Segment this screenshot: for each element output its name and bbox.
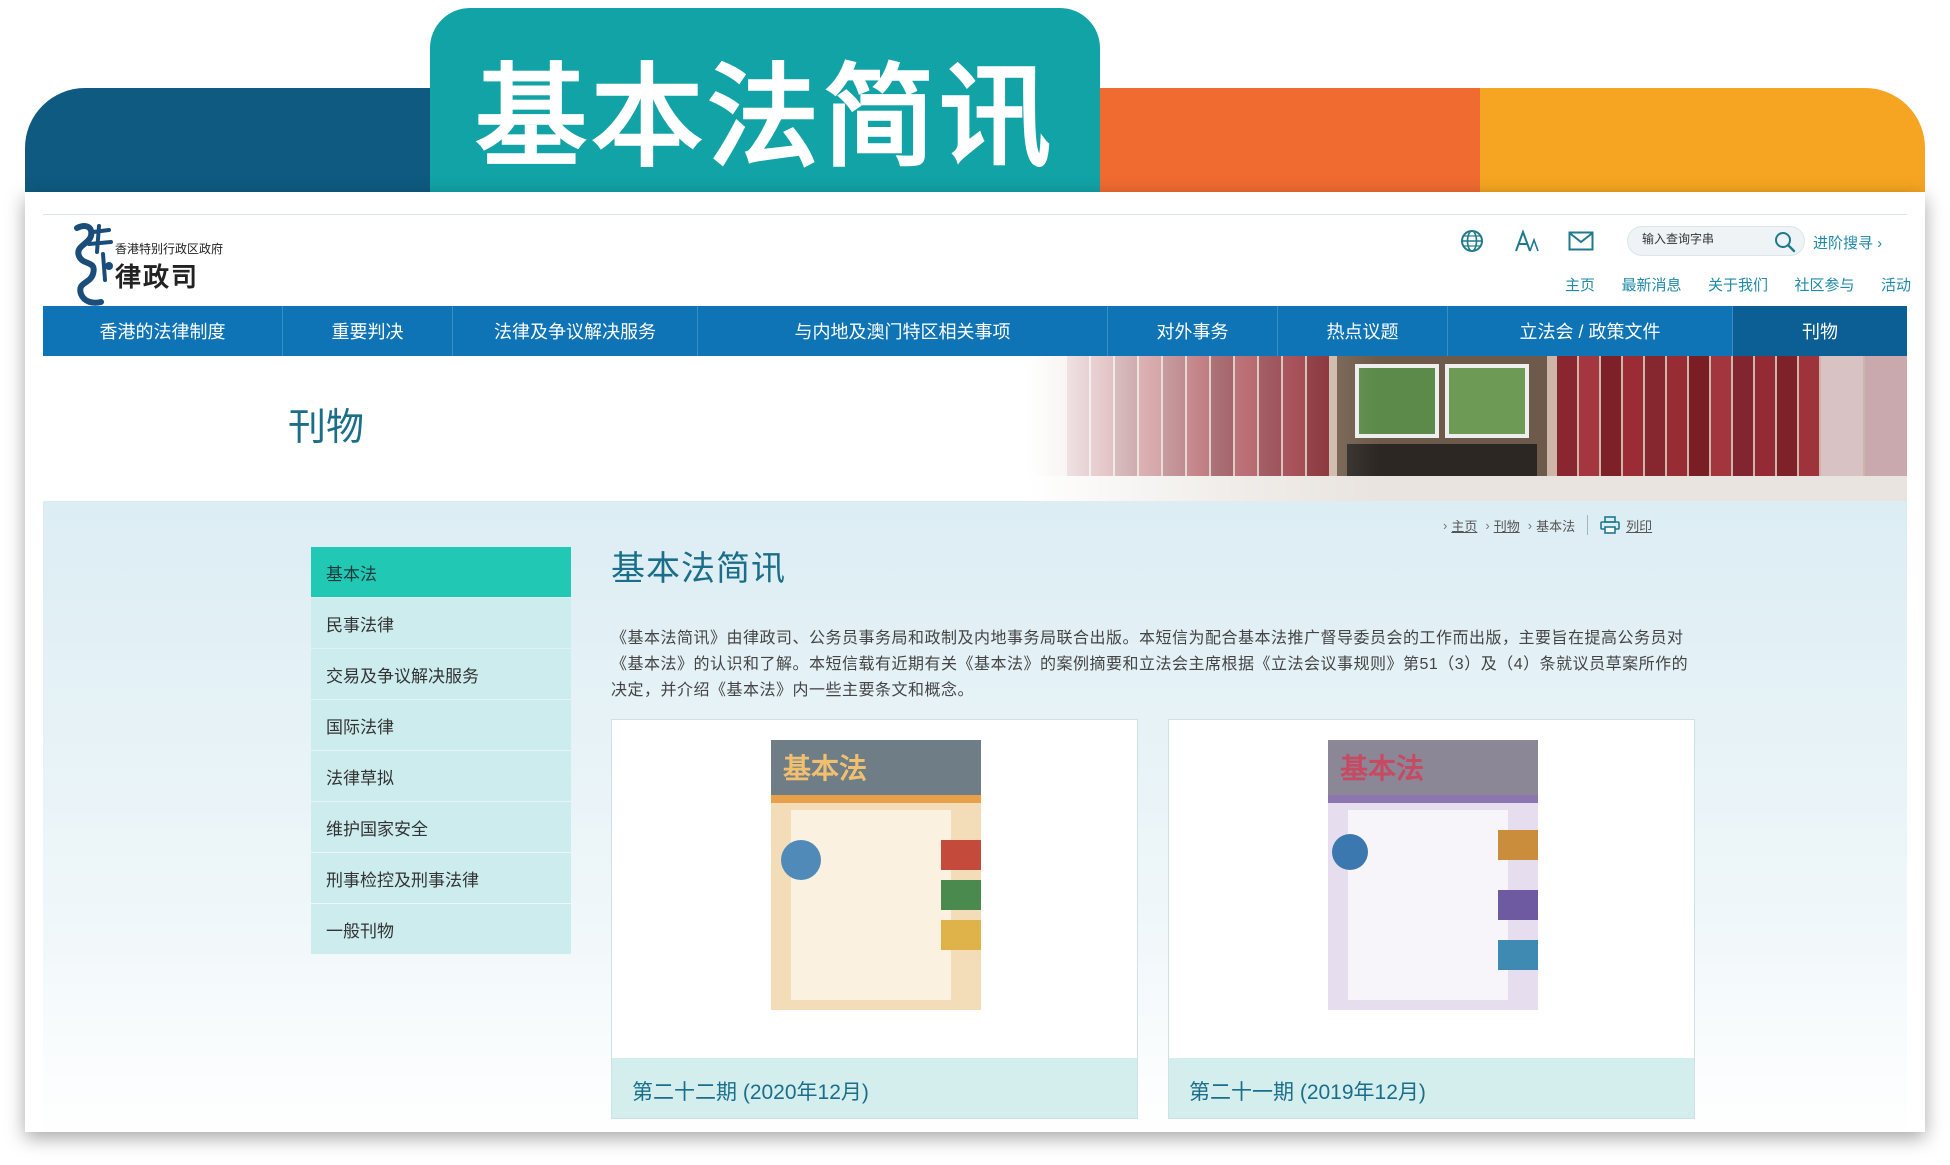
toplink-home[interactable]: 主页 [1565, 274, 1595, 295]
breadcrumb-home[interactable]: 主页 [1451, 516, 1477, 535]
issue-cover-image[interactable]: 基本法 [1328, 740, 1538, 1036]
banner-band-yellow [1480, 88, 1925, 208]
banner-title: 基本法简讯 [475, 53, 1055, 183]
issue-card[interactable]: 基本法 第二十二期 (2020年12月) [611, 719, 1138, 1119]
bookshelf-image [1027, 356, 1907, 501]
nav-item-legal-system[interactable]: 香港的法律制度 [43, 306, 283, 356]
issue-card-footer: 第二十一期 (2019年12月) [1169, 1058, 1694, 1118]
font-size-icon[interactable] [1511, 226, 1541, 256]
intro-text: 《基本法简讯》由律政司、公务员事务局和政制及内地事务局联合出版。本短信为配合基本… [611, 630, 1689, 699]
search-box [1627, 226, 1805, 256]
top-links: 主页 最新消息 关于我们 社区参与 活动 [1565, 274, 1911, 295]
banner-title-tab: 基本法简讯 [430, 8, 1100, 208]
browser-window: 香港特别行政区政府 律政司 进阶搜寻 › 主页 最新消息 关于我们 社区参与 活… [25, 192, 1925, 1132]
breadcrumb-separator: › [1527, 517, 1533, 533]
toplink-community[interactable]: 社区参与 [1794, 274, 1854, 295]
issue-label[interactable]: 第二十一期 (2019年12月) [1189, 1076, 1426, 1106]
breadcrumb-publications[interactable]: 刊物 [1494, 516, 1520, 535]
main-column: 基本法简讯 《基本法简讯》由律政司、公务员事务局和政制及内地事务局联合出版。本短… [611, 541, 1695, 704]
promo-stage: 基本法简讯 香港特别行政区政府 律政司 进阶搜寻 › 主页 最新消息 [0, 0, 1950, 1165]
sidebar-item-prosecutions[interactable]: 刑事检控及刑事法律 [311, 853, 571, 903]
breadcrumb: › 主页 › 刊物 › 基本法 列印 [1435, 515, 1652, 535]
nav-item-judgments[interactable]: 重要判决 [283, 306, 453, 356]
cover-title: 基本法 [783, 752, 867, 785]
issue-cards: 基本法 第二十二期 (2020年12月) 基本法 第二十一期 (2019年12月… [611, 719, 1695, 1119]
sidebar-item-basic-law[interactable]: 基本法 [311, 547, 571, 597]
sidebar-item-dispute-resolution[interactable]: 交易及争议解决服务 [311, 649, 571, 699]
main-heading: 基本法简讯 [611, 550, 786, 588]
issue-cover-image[interactable]: 基本法 [771, 740, 981, 1036]
nav-item-legal-services[interactable]: 法律及争议解决服务 [453, 306, 698, 356]
main-nav: 香港的法律制度 重要判决 法律及争议解决服务 与内地及澳门特区相关事项 对外事务… [43, 306, 1907, 356]
nav-item-mainland-macao[interactable]: 与内地及澳门特区相关事项 [698, 306, 1108, 356]
print-icon [1600, 516, 1620, 534]
org-name-line2: 律政司 [115, 262, 200, 292]
search-input[interactable] [1642, 232, 1772, 246]
advanced-search-link[interactable]: 进阶搜寻 › [1813, 232, 1882, 253]
content-area: › 主页 › 刊物 › 基本法 列印 基本法 民事法律 交易及争议解决服务 国际… [43, 501, 1907, 1132]
page-banner: 刊物 [43, 356, 1907, 501]
breadcrumb-current: 基本法 [1536, 518, 1576, 534]
nav-item-hot-topics[interactable]: 热点议题 [1278, 306, 1448, 356]
issue-card-footer: 第二十二期 (2020年12月) [612, 1058, 1137, 1118]
print-label: 列印 [1626, 518, 1653, 534]
search-icon[interactable] [1774, 231, 1796, 253]
nav-item-external-affairs[interactable]: 对外事务 [1108, 306, 1278, 356]
cover-title: 基本法 [1340, 752, 1424, 785]
org-name-line1: 香港特别行政区政府 [115, 242, 224, 256]
breadcrumb-separator: › [1443, 517, 1448, 533]
issue-card[interactable]: 基本法 第二十一期 (2019年12月) [1168, 719, 1695, 1119]
print-link[interactable]: 列印 [1600, 516, 1652, 535]
issue-label[interactable]: 第二十二期 (2020年12月) [632, 1076, 869, 1106]
mail-icon[interactable] [1566, 226, 1596, 256]
sidebar-item-national-security[interactable]: 维护国家安全 [311, 802, 571, 852]
sidebar-item-law-drafting[interactable]: 法律草拟 [311, 751, 571, 801]
toplink-about[interactable]: 关于我们 [1708, 274, 1768, 295]
breadcrumb-divider [1587, 515, 1589, 535]
nav-item-legco-policy[interactable]: 立法会 / 政策文件 [1448, 306, 1733, 356]
toplink-news[interactable]: 最新消息 [1621, 274, 1681, 295]
sidebar-item-civil-law[interactable]: 民事法律 [311, 598, 571, 648]
sidebar: 基本法 民事法律 交易及争议解决服务 国际法律 法律草拟 维护国家安全 刑事检控… [311, 547, 571, 955]
toplink-events[interactable]: 活动 [1881, 274, 1911, 295]
breadcrumb-separator: › [1485, 517, 1490, 533]
sidebar-item-general[interactable]: 一般刊物 [311, 904, 571, 954]
section-title: 刊物 [288, 407, 365, 449]
sidebar-item-international-law[interactable]: 国际法律 [311, 700, 571, 750]
doj-logo-icon[interactable] [63, 222, 123, 308]
nav-item-publications[interactable]: 刊物 [1733, 306, 1907, 356]
globe-icon[interactable] [1457, 226, 1487, 256]
window-top-divider [43, 214, 1907, 215]
